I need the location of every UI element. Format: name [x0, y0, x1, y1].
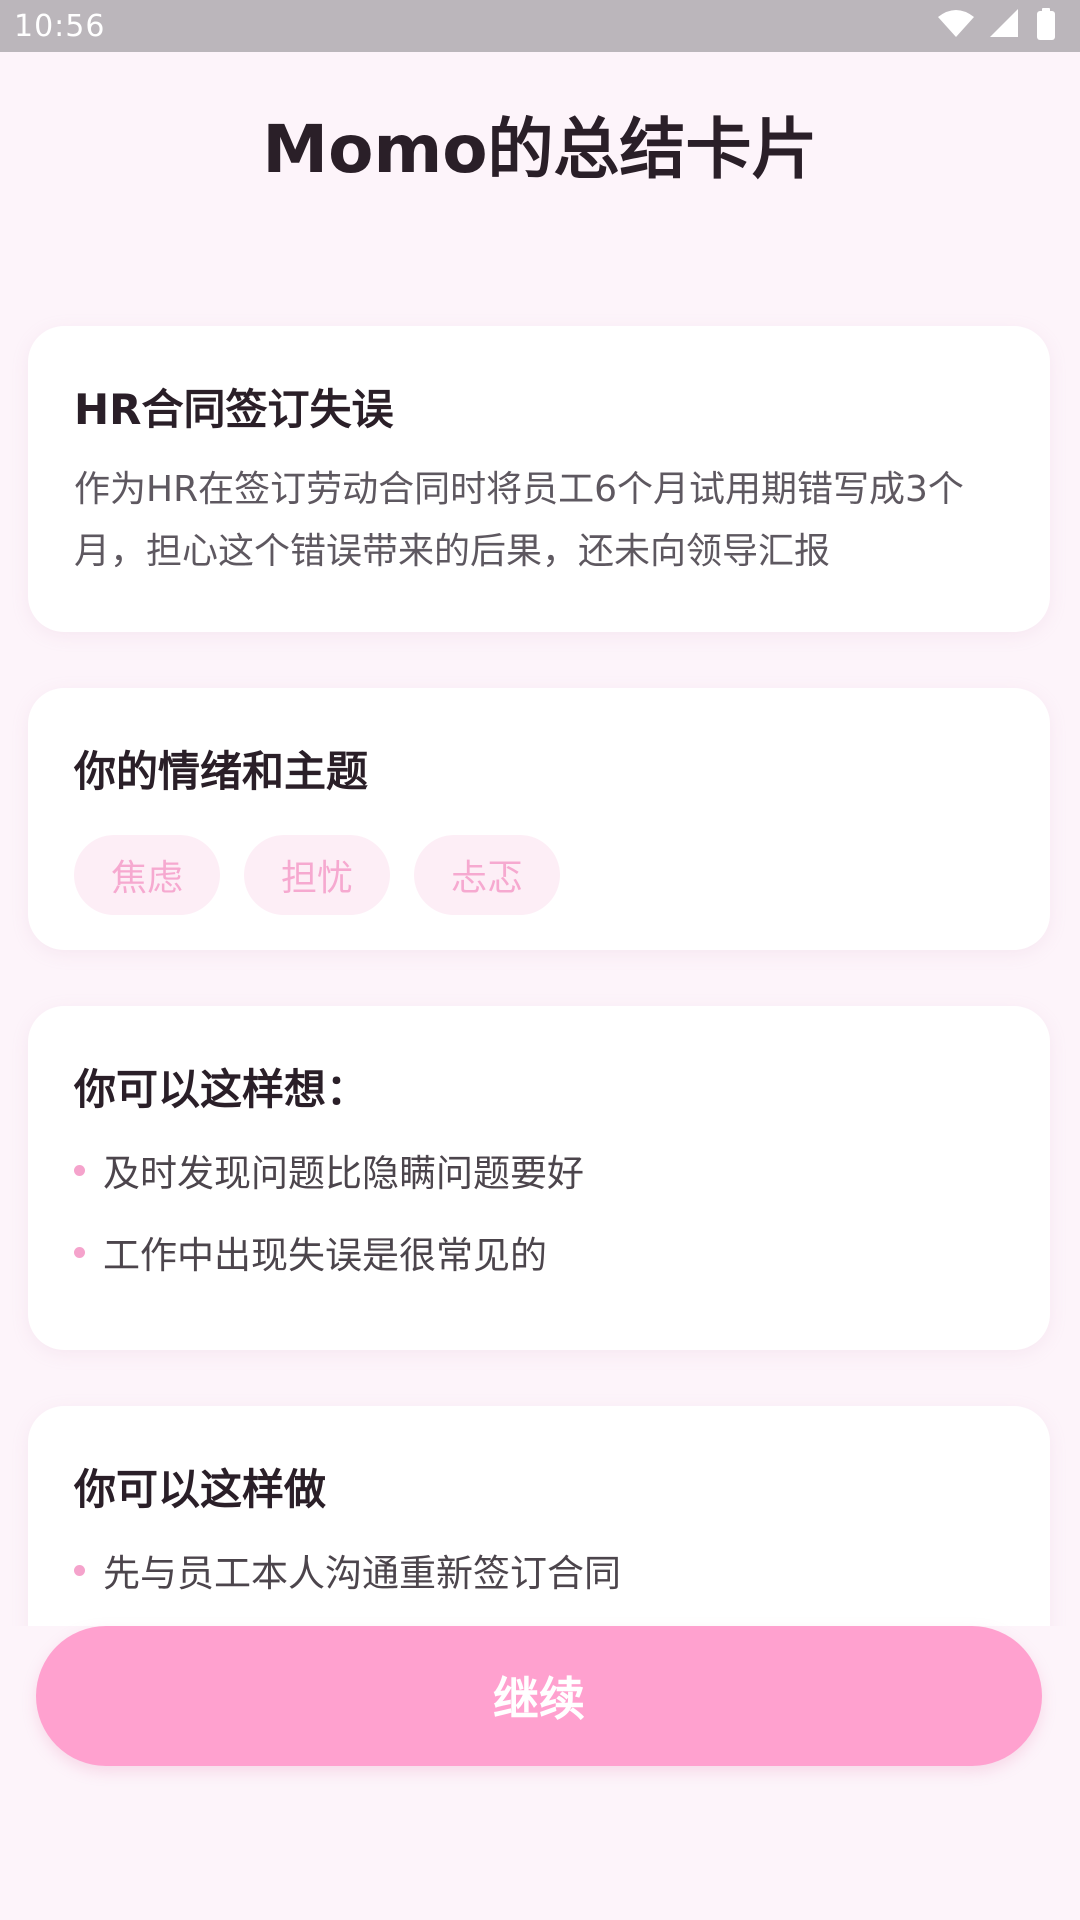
- list-item-text: 先与员工本人沟通重新签订合同: [103, 1552, 621, 1595]
- signal-icon: [990, 9, 1020, 43]
- continue-button[interactable]: 继续: [36, 1626, 1042, 1766]
- list-item-text: 工作中出现失误是很常见的: [103, 1234, 547, 1277]
- do-card: 你可以这样做 先与员工本人沟通重新签订合同: [28, 1406, 1050, 1626]
- bullet-dot-icon: [74, 1246, 85, 1258]
- summary-scroll-area[interactable]: HR合同签订失误 作为HR在签订劳动合同时将员工6个月试用期错写成3个月，担心这…: [0, 260, 1080, 1626]
- list-item-text: 及时发现问题比隐瞒问题要好: [103, 1152, 584, 1195]
- think-card: 你可以这样想： 及时发现问题比隐瞒问题要好 工作中出现失误是很常见的: [28, 1006, 1050, 1350]
- status-time: 10:56: [14, 8, 106, 44]
- status-bar: 10:56: [0, 0, 1080, 52]
- list-item: 工作中出现失误是很常见的: [74, 1211, 1004, 1293]
- emotion-card: 你的情绪和主题 焦虑 担忧 忐忑: [28, 688, 1050, 950]
- summary-card-text: 作为HR在签订劳动合同时将员工6个月试用期错写成3个月，担心这个错误带来的后果，…: [74, 469, 964, 572]
- emotion-tag: 担忧: [244, 835, 390, 915]
- emotion-tag: 焦虑: [74, 835, 220, 915]
- emotion-card-title: 你的情绪和主题: [74, 747, 369, 796]
- list-item: 先与员工本人沟通重新签订合同: [74, 1529, 1004, 1611]
- wifi-icon: [938, 9, 974, 43]
- list-item: 及时发现问题比隐瞒问题要好: [74, 1129, 1004, 1211]
- bullet-dot-icon: [74, 1564, 85, 1576]
- emotion-tags: 焦虑 担忧 忐忑: [74, 835, 1004, 915]
- summary-card: HR合同签订失误 作为HR在签订劳动合同时将员工6个月试用期错写成3个月，担心这…: [28, 326, 1050, 632]
- bullet-dot-icon: [74, 1164, 85, 1176]
- summary-card-title: HR合同签订失误: [74, 385, 394, 434]
- think-card-title: 你可以这样想：: [74, 1065, 369, 1114]
- page-title: Momo的总结卡片: [262, 111, 818, 188]
- status-icons: [938, 8, 1056, 44]
- do-card-title: 你可以这样做: [74, 1465, 327, 1514]
- battery-icon: [1036, 8, 1056, 44]
- emotion-tag: 忐忑: [414, 835, 560, 915]
